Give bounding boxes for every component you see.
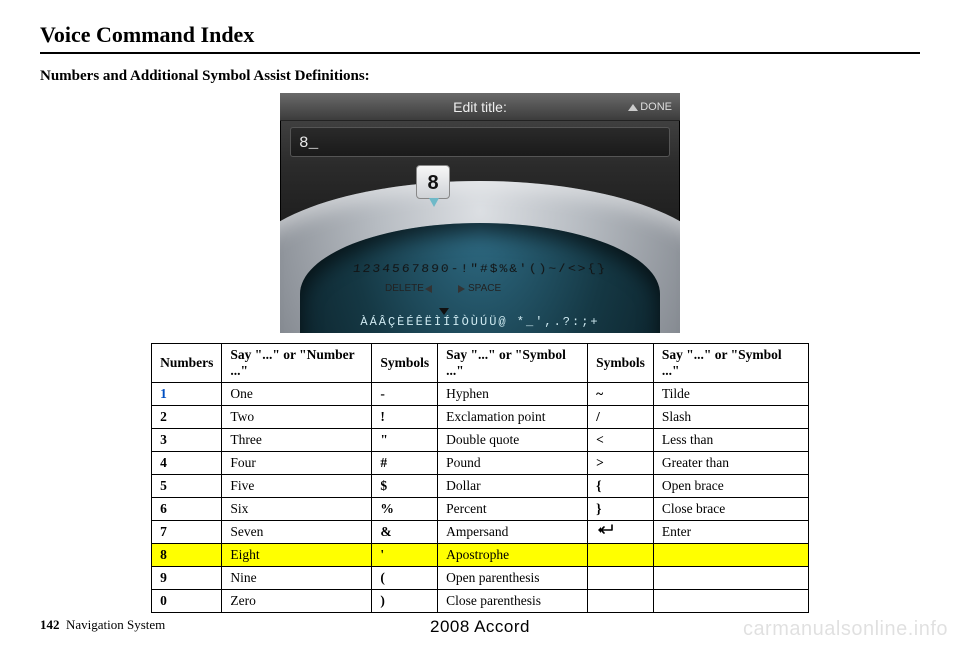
cell-symbol-2: } [588, 498, 654, 521]
space-label[interactable]: SPACE [468, 283, 501, 294]
th-say-number: Say "..." or "Number ..." [222, 344, 372, 383]
th-symbols-1: Symbols [372, 344, 438, 383]
cell-say-symbol-1: Pound [438, 452, 588, 475]
cell-say-symbol-2: Tilde [653, 383, 808, 406]
cell-number: 6 [152, 498, 222, 521]
cell-symbol-1: $ [372, 475, 438, 498]
cell-say-number: Zero [222, 590, 372, 613]
cell-say-symbol-2: Close brace [653, 498, 808, 521]
th-numbers: Numbers [152, 344, 222, 383]
done-label: DONE [640, 93, 672, 121]
enter-icon [596, 524, 614, 539]
table-row: 7Seven&Ampersand Enter [152, 521, 809, 544]
selected-key-bubble: 8 [416, 165, 450, 199]
cell-say-number: Five [222, 475, 372, 498]
cell-symbol-2: / [588, 406, 654, 429]
cell-say-symbol-2: Enter [653, 521, 808, 544]
cell-symbol-1: ' [372, 544, 438, 567]
cell-number: 8 [152, 544, 222, 567]
cell-symbol-2: ~ [588, 383, 654, 406]
cell-say-symbol-1: Ampersand [438, 521, 588, 544]
th-say-symbol-2: Say "..." or "Symbol ..." [653, 344, 808, 383]
cell-number: 2 [152, 406, 222, 429]
cell-say-number: Two [222, 406, 372, 429]
cell-say-symbol-2 [653, 590, 808, 613]
table-row: 9Nine(Open parenthesis [152, 567, 809, 590]
cell-say-symbol-1: Open parenthesis [438, 567, 588, 590]
dial-characters: 1234567890-!"#$%&'()~/<>{} [288, 262, 672, 280]
table-row: 6Six%Percent}Close brace [152, 498, 809, 521]
cell-say-symbol-2 [653, 567, 808, 590]
cell-say-number: One [222, 383, 372, 406]
page-title: Voice Command Index [40, 22, 920, 48]
cell-number: 9 [152, 567, 222, 590]
cell-say-symbol-1: Hyphen [438, 383, 588, 406]
table-row: 8Eight'Apostrophe [152, 544, 809, 567]
watermark: carmanualsonline.info [743, 618, 948, 641]
cell-say-number: Nine [222, 567, 372, 590]
cell-symbol-2: > [588, 452, 654, 475]
triangle-left-icon [425, 285, 432, 293]
cell-say-number: Six [222, 498, 372, 521]
cell-symbol-2 [588, 590, 654, 613]
cell-symbol-2 [588, 567, 654, 590]
cell-say-symbol-2: Slash [653, 406, 808, 429]
cell-symbol-1: ! [372, 406, 438, 429]
character-dial[interactable]: 1234567890-!"#$%&'()~/<>{} DELETE SPACE [280, 153, 680, 333]
cell-symbol-1: ) [372, 590, 438, 613]
cell-number: 7 [152, 521, 222, 544]
cell-say-symbol-2: Less than [653, 429, 808, 452]
cell-symbol-1: % [372, 498, 438, 521]
table-row: 5Five$Dollar{Open brace [152, 475, 809, 498]
table-row: 0Zero)Close parenthesis [152, 590, 809, 613]
cell-number: 0 [152, 590, 222, 613]
cell-say-symbol-1: Close parenthesis [438, 590, 588, 613]
table-header-row: Numbers Say "..." or "Number ..." Symbol… [152, 344, 809, 383]
heading-rule [40, 52, 920, 54]
cell-say-symbol-1: Double quote [438, 429, 588, 452]
cell-say-number: Four [222, 452, 372, 475]
subheading: Numbers and Additional Symbol Assist Def… [40, 68, 920, 85]
delete-label[interactable]: DELETE [385, 283, 424, 294]
device-titlebar-text: Edit title: [453, 99, 507, 115]
table-row: 2Two!Exclamation point/Slash [152, 406, 809, 429]
cell-say-symbol-2 [653, 544, 808, 567]
cell-number: 5 [152, 475, 222, 498]
cell-symbol-1: # [372, 452, 438, 475]
table-row: 4Four#Pound>Greater than [152, 452, 809, 475]
cell-say-symbol-1: Apostrophe [438, 544, 588, 567]
cell-say-symbol-2: Greater than [653, 452, 808, 475]
cell-say-symbol-2: Open brace [653, 475, 808, 498]
th-symbols-2: Symbols [588, 344, 654, 383]
cell-say-symbol-1: Percent [438, 498, 588, 521]
cell-symbol-2 [588, 521, 654, 544]
cell-number: 1 [152, 383, 222, 406]
triangle-up-icon [628, 104, 638, 111]
cell-say-number: Three [222, 429, 372, 452]
cell-number: 3 [152, 429, 222, 452]
triangle-down-icon [439, 308, 449, 315]
cell-symbol-2 [588, 544, 654, 567]
device-titlebar: Edit title: DONE [280, 93, 680, 121]
voice-command-table: Numbers Say "..." or "Number ..." Symbol… [151, 343, 809, 613]
cell-say-symbol-1: Exclamation point [438, 406, 588, 429]
cell-symbol-2: { [588, 475, 654, 498]
cell-say-number: Seven [222, 521, 372, 544]
table-row: 3Three"Double quote<Less than [152, 429, 809, 452]
cell-say-number: Eight [222, 544, 372, 567]
cell-symbol-1: ( [372, 567, 438, 590]
device-screenshot: Edit title: DONE 8_ 1234567890-!"#$%&'()… [280, 93, 680, 333]
cell-symbol-1: " [372, 429, 438, 452]
cell-symbol-1: & [372, 521, 438, 544]
cell-say-symbol-1: Dollar [438, 475, 588, 498]
th-say-symbol-1: Say "..." or "Symbol ..." [438, 344, 588, 383]
cell-number: 4 [152, 452, 222, 475]
triangle-right-icon [458, 285, 465, 293]
done-button[interactable]: DONE [628, 93, 672, 121]
cell-symbol-1: - [372, 383, 438, 406]
alt-characters-row: ÀÁÂÇÈÉÊËÌÍÎÒÙÚÜ@ *_',.?:;+ [280, 315, 680, 329]
cell-symbol-2: < [588, 429, 654, 452]
table-row: 1One-Hyphen~Tilde [152, 383, 809, 406]
